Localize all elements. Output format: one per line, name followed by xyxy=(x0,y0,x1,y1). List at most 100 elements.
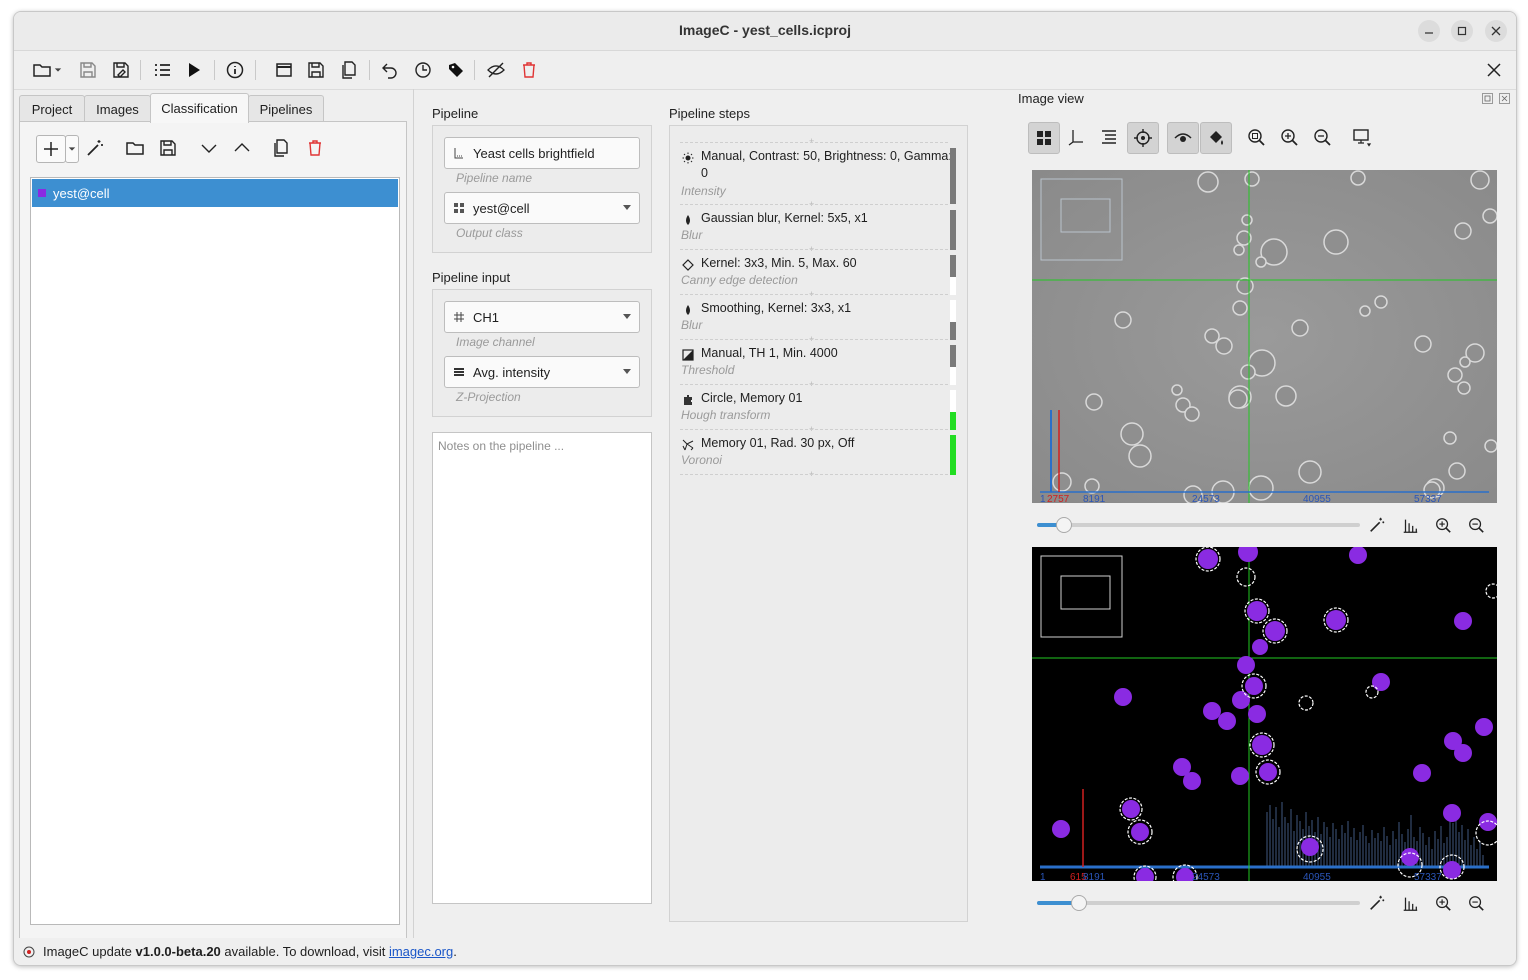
open-menu-button[interactable] xyxy=(52,58,64,82)
delete-class-button[interactable] xyxy=(302,135,328,161)
panel-splitter[interactable] xyxy=(413,89,414,939)
copy-button[interactable] xyxy=(337,58,361,82)
save-template-button[interactable] xyxy=(304,58,328,82)
crosshair-button[interactable] xyxy=(1127,122,1159,154)
axes-button[interactable] xyxy=(1061,122,1091,152)
toolbar-separator xyxy=(369,60,370,80)
auto-class-button[interactable] xyxy=(82,135,108,161)
histogram-button[interactable] xyxy=(1399,892,1421,914)
maximize-button[interactable] xyxy=(1451,20,1473,42)
z-projection-select[interactable]: Avg. intensity xyxy=(444,356,640,388)
bottom-brightness-slider[interactable] xyxy=(1037,894,1360,912)
undo-button[interactable] xyxy=(378,58,402,82)
image-channel-hint: Image channel xyxy=(456,335,535,349)
auto-adjust-button[interactable] xyxy=(1366,892,1388,914)
tab-pipelines[interactable]: Pipelines xyxy=(248,95,324,122)
pipeline-step[interactable]: Smoothing, Kernel: 3x3, x1 Blur xyxy=(680,300,952,340)
step-divider xyxy=(680,204,948,205)
pipeline-notes-textarea[interactable]: Notes on the pipeline ... xyxy=(432,432,652,904)
zoom-fit-button[interactable] xyxy=(1241,122,1271,152)
histogram-tick-label: 8191 xyxy=(1083,494,1106,503)
zoom-out-button[interactable] xyxy=(1307,122,1337,152)
step-status-bar xyxy=(950,345,956,367)
history-button[interactable] xyxy=(411,58,435,82)
pipeline-name-field[interactable]: Yeast cells brightfield xyxy=(444,137,640,169)
toolbar-separator xyxy=(474,60,475,80)
save-as-button[interactable] xyxy=(109,58,133,82)
histogram-min-label: 1 xyxy=(1040,872,1046,881)
histogram-zoom-in-button[interactable] xyxy=(1432,514,1454,536)
output-class-select[interactable]: yest@cell xyxy=(444,192,640,224)
slider-handle[interactable] xyxy=(1056,517,1072,533)
grid-icon xyxy=(1037,131,1051,145)
result-image-view[interactable]: 1 615 8191 24573 40955 57337 xyxy=(1032,547,1497,881)
pipeline-step[interactable]: Manual, Contrast: 50, Brightness: 0, Gam… xyxy=(680,148,952,204)
histogram-zoom-out-button[interactable] xyxy=(1465,514,1487,536)
pipeline-step[interactable]: Memory 01, Rad. 30 px, Off Voronoi xyxy=(680,435,952,475)
move-up-button[interactable] xyxy=(229,135,255,161)
detection-overlay-image: 1 615 8191 24573 40955 57337 xyxy=(1032,547,1497,881)
save-classes-button[interactable] xyxy=(155,135,181,161)
new-window-button[interactable] xyxy=(272,58,296,82)
close-panel-button[interactable] xyxy=(1499,93,1510,104)
add-class-button[interactable] xyxy=(36,135,66,163)
jobs-list-button[interactable] xyxy=(150,58,174,82)
minimize-button[interactable] xyxy=(1418,20,1440,42)
tab-project[interactable]: Project xyxy=(19,95,85,122)
move-down-button[interactable] xyxy=(196,135,222,161)
step-title: Manual, TH 1, Min. 4000 xyxy=(701,346,838,360)
add-class-menu-button[interactable] xyxy=(65,135,79,163)
open-classes-button[interactable] xyxy=(122,135,148,161)
tab-images[interactable]: Images xyxy=(84,95,151,122)
show-overlay-button[interactable] xyxy=(1167,122,1199,154)
display-settings-button[interactable] xyxy=(1347,122,1377,152)
delete-button[interactable] xyxy=(517,58,541,82)
original-image-view[interactable]: 1 2757 8191 24573 40955 57337 xyxy=(1032,170,1497,503)
pipeline-step[interactable]: Manual, TH 1, Min. 4000 Threshold xyxy=(680,345,952,385)
float-panel-button[interactable] xyxy=(1482,93,1493,104)
pipeline-step[interactable]: Circle, Memory 01 Hough transform xyxy=(680,390,952,430)
paint-bucket-icon xyxy=(1210,131,1223,145)
zoom-in-icon xyxy=(1281,129,1298,146)
pipeline-groupbox: Yeast cells brightfield Pipeline name ye… xyxy=(432,125,652,253)
close-project-button[interactable] xyxy=(1482,58,1506,82)
list-tree-icon xyxy=(1102,130,1116,144)
tab-classification[interactable]: Classification xyxy=(150,93,249,123)
zoom-in-button[interactable] xyxy=(1274,122,1304,152)
hide-button[interactable] xyxy=(484,58,508,82)
auto-adjust-button[interactable] xyxy=(1366,514,1388,536)
magic-wand-icon xyxy=(1370,895,1385,910)
download-link[interactable]: imagec.org xyxy=(389,944,453,959)
save-button[interactable] xyxy=(76,58,100,82)
tile-view-button[interactable] xyxy=(1028,122,1060,154)
details-list-button[interactable] xyxy=(1094,122,1124,152)
update-icon xyxy=(23,946,35,957)
histogram-zoom-in-button[interactable] xyxy=(1432,892,1454,914)
copy-class-button[interactable] xyxy=(268,135,294,161)
histogram-zoom-out-button[interactable] xyxy=(1465,892,1487,914)
histogram-marker-label: 2757 xyxy=(1047,494,1070,503)
class-list-item[interactable]: yest@cell xyxy=(32,179,398,207)
pipeline-step[interactable]: Kernel: 3x3, Min. 5, Max. 60 Canny edge … xyxy=(680,255,952,295)
class-color-swatch xyxy=(38,189,46,197)
slider-handle[interactable] xyxy=(1071,895,1087,911)
minimize-icon xyxy=(1425,32,1433,34)
delete-icon xyxy=(523,62,535,78)
step-subtitle: Intensity xyxy=(681,184,726,198)
threshold-icon xyxy=(682,349,694,361)
run-button[interactable] xyxy=(182,58,206,82)
step-subtitle: Blur xyxy=(681,318,703,332)
top-brightness-slider[interactable] xyxy=(1037,516,1360,534)
histogram-tick-label: 24573 xyxy=(1192,494,1220,503)
info-button[interactable] xyxy=(223,58,247,82)
save-icon xyxy=(160,140,176,156)
open-project-button[interactable] xyxy=(30,58,54,82)
z-projection-value: Avg. intensity xyxy=(473,364,551,380)
fill-overlay-button[interactable] xyxy=(1200,122,1232,154)
pipeline-step[interactable]: Gaussian blur, Kernel: 5x5, x1 Blur xyxy=(680,210,952,250)
image-channel-select[interactable]: CH1 xyxy=(444,301,640,333)
histogram-button[interactable] xyxy=(1399,514,1421,536)
tag-button[interactable] xyxy=(444,58,468,82)
insert-step-marker[interactable]: + xyxy=(809,136,814,146)
close-window-button[interactable] xyxy=(1485,20,1507,42)
